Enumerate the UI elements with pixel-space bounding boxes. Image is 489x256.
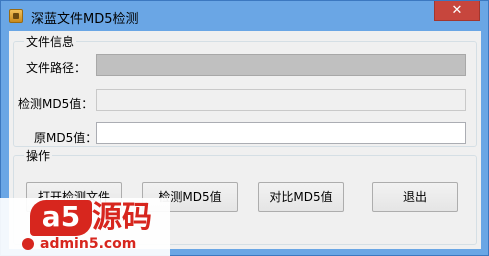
watermark-brand: 源码	[92, 200, 152, 235]
detected-md5-label: 检测MD5值：	[18, 97, 94, 111]
close-button[interactable]: ✕	[434, 1, 480, 21]
exit-button[interactable]: 退出	[372, 182, 458, 212]
title-bar[interactable]: 深蓝文件MD5检测 ✕	[1, 1, 488, 31]
file-path-label: 文件路径：	[26, 61, 87, 75]
watermark-url: admin5.com	[40, 236, 137, 252]
file-info-group-title: 文件信息	[24, 33, 77, 50]
detected-md5-field[interactable]	[96, 89, 466, 111]
original-md5-label: 原MD5值：	[34, 131, 98, 145]
original-md5-input[interactable]	[96, 122, 466, 144]
file-info-group: 文件信息 文件路径： 检测MD5值： 原MD5值：	[13, 33, 477, 147]
watermark-logo: a5	[30, 200, 92, 236]
file-path-field[interactable]	[96, 54, 466, 76]
compare-md5-button[interactable]: 对比MD5值	[258, 182, 344, 212]
window-title: 深蓝文件MD5检测	[31, 12, 139, 27]
app-icon	[9, 9, 23, 23]
watermark-dot-icon	[22, 238, 34, 250]
operations-group-title: 操作	[24, 147, 53, 164]
site-watermark: a5 源码 admin5.com	[0, 198, 170, 256]
